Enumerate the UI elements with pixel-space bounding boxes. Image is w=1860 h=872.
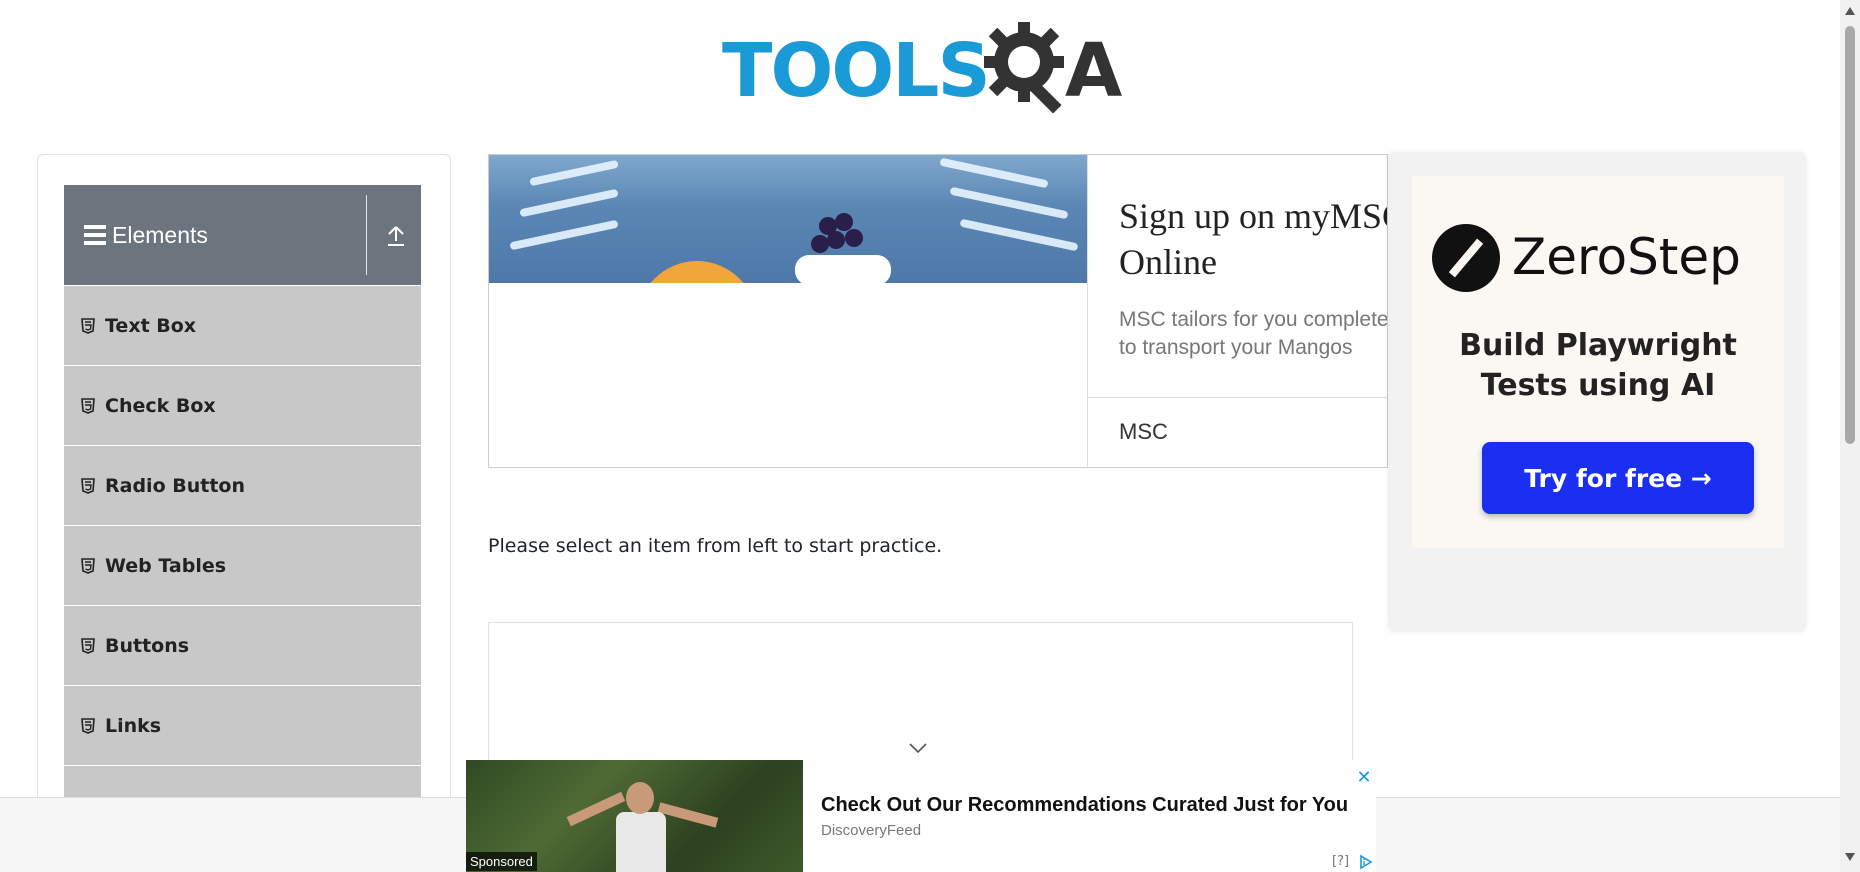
adchoice-help[interactable]: [?]: [1332, 854, 1349, 869]
bottom-ad[interactable]: Sponsored Check Out Our Recommendations …: [466, 760, 1376, 872]
html5-icon: [81, 317, 95, 334]
msc-ad-card[interactable]: Sign up on myMSC Online MSC tailors for …: [488, 154, 1388, 468]
adchoices-icon[interactable]: [1358, 854, 1374, 870]
zerostep-brand: ZeroStep: [1512, 228, 1741, 286]
ad-image: [489, 155, 1087, 283]
try-for-free-button[interactable]: Try for free →: [1482, 442, 1754, 514]
menu-item-check-box[interactable]: Check Box: [64, 366, 421, 446]
bottom-ad-title[interactable]: Check Out Our Recommendations Curated Ju…: [821, 794, 1348, 817]
sponsored-label: Sponsored: [466, 852, 537, 871]
menu-item-links[interactable]: Links: [64, 686, 421, 766]
menu-item-label: Radio Button: [105, 474, 245, 497]
group-title: Elements: [112, 221, 208, 248]
menu-item-web-tables[interactable]: Web Tables: [64, 526, 421, 606]
menu-item-text-box[interactable]: Text Box: [64, 286, 421, 366]
chevron-down-icon[interactable]: [908, 742, 928, 754]
gear-magnifier-icon: [984, 22, 1064, 114]
bottom-ad-image: Sponsored: [466, 760, 803, 872]
menu-icon: [84, 225, 106, 245]
ad-divider: [1087, 397, 1387, 398]
header-divider: [366, 195, 367, 275]
html5-icon: [81, 717, 95, 734]
scroll-down-arrow-icon[interactable]: [1844, 852, 1856, 862]
close-icon[interactable]: ✕: [1356, 769, 1372, 787]
menu-item-label: Buttons: [105, 634, 190, 657]
scroll-thumb[interactable]: [1845, 26, 1855, 444]
scroll-up-arrow-icon[interactable]: [1844, 6, 1856, 16]
menu-item-label: Text Box: [105, 314, 197, 337]
instruction-text: Please select an item from left to start…: [488, 535, 943, 557]
html5-icon: [81, 637, 95, 654]
menu-item-buttons[interactable]: Buttons: [64, 606, 421, 686]
bottom-ad-source: DiscoveryFeed: [821, 822, 922, 839]
html5-icon: [81, 557, 95, 574]
ad-divider: [1087, 155, 1088, 467]
ad-body: MSC tailors for you complete to transpor…: [1119, 308, 1388, 359]
zerostep-ad[interactable]: ZeroStep Build Playwright Tests using AI…: [1390, 154, 1804, 630]
zerostep-logo-icon: [1432, 224, 1500, 292]
upload-collapse-icon[interactable]: [386, 225, 406, 247]
html5-icon: [81, 477, 95, 494]
page-scrollbar[interactable]: [1840, 0, 1860, 872]
elements-group-header[interactable]: Elements: [64, 185, 421, 285]
menu-item-radio-button[interactable]: Radio Button: [64, 446, 421, 526]
menu-item-label: Web Tables: [105, 554, 227, 577]
toolsqa-logo[interactable]: TOOLS A: [722, 18, 1124, 114]
html5-icon: [81, 397, 95, 414]
menu-item-label: Links: [105, 714, 162, 737]
elements-menu-list: Text Box Check Box Radio Button Web Tabl…: [64, 286, 421, 846]
zerostep-ad-inner: ZeroStep Build Playwright Tests using AI…: [1412, 176, 1784, 548]
ad-headline[interactable]: Sign up on myMSC Online: [1119, 193, 1387, 285]
logo-suffix: A: [1065, 28, 1123, 114]
menu-item-label: Check Box: [105, 394, 216, 417]
zerostep-tagline: Build Playwright Tests using AI: [1459, 328, 1737, 403]
logo-text: TOOLS: [722, 28, 991, 114]
ad-brand: MSC: [1119, 419, 1168, 444]
